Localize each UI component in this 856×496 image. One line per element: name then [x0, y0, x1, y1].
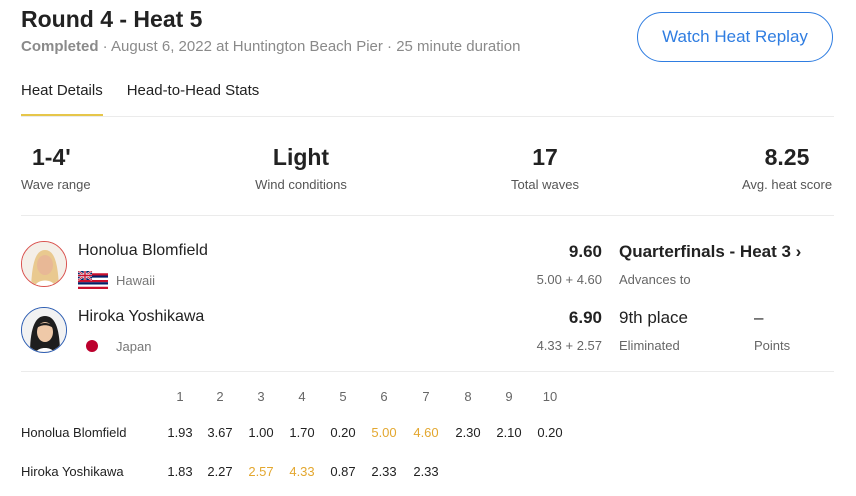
- wave-score-cell: 1.00: [248, 425, 274, 440]
- placement: 9th place: [619, 308, 688, 327]
- heat-title: Round 4 - Heat 5: [21, 6, 203, 32]
- counting-waves: 5.00 + 4.60: [536, 272, 602, 287]
- surfer-country: Hawaii: [77, 270, 156, 289]
- watch-heat-replay-button[interactable]: Watch Heat Replay: [637, 12, 833, 62]
- wave-number-header: 1: [176, 389, 184, 404]
- divider: [21, 116, 834, 117]
- stat-label: Wave range: [21, 177, 91, 192]
- wave-score-cell: 2.33: [371, 464, 397, 479]
- stat-avg-heat-score: 8.25 Avg. heat score: [734, 144, 840, 192]
- stat-value: 17: [532, 144, 558, 170]
- wave-number-header: 3: [257, 389, 265, 404]
- wave-number-header: 9: [505, 389, 513, 404]
- wave-score-cell: 0.20: [537, 425, 563, 440]
- points-label: Points: [754, 338, 791, 353]
- country-label: Japan: [116, 338, 152, 354]
- points-value: –: [754, 308, 764, 327]
- heat-total-score: 9.60: [568, 242, 602, 261]
- stat-value: 1-4': [32, 144, 71, 170]
- wave-number-header: 6: [380, 389, 388, 404]
- surfer-name[interactable]: Honolua Blomfield: [78, 242, 208, 260]
- wave-number-header: 4: [298, 389, 306, 404]
- wave-score-cell: 2.27: [207, 464, 233, 479]
- wave-score-cell: 5.00: [371, 425, 397, 440]
- avatar[interactable]: [21, 307, 67, 353]
- heat-subtitle: Completed · August 6, 2022 at Huntington…: [21, 38, 520, 55]
- wave-score-cell: 2.30: [455, 425, 481, 440]
- stat-label: Avg. heat score: [741, 177, 833, 192]
- stat-total-waves: 17 Total waves: [505, 144, 585, 192]
- result-caption: Advances to: [619, 272, 691, 287]
- wave-score-cell: 0.20: [330, 425, 356, 440]
- tab-heat-details[interactable]: Heat Details: [21, 82, 103, 116]
- stat-label: Wind conditions: [255, 177, 347, 192]
- tab-bar: Heat Details Head-to-Head Stats: [21, 82, 283, 116]
- heat-status: Completed: [21, 38, 99, 55]
- japan-flag-icon: [78, 337, 108, 355]
- wave-score-cell: 1.70: [289, 425, 315, 440]
- stat-label: Total waves: [511, 177, 579, 192]
- stat-value: Light: [272, 144, 330, 170]
- stat-value: 8.25: [764, 144, 810, 170]
- divider: [21, 215, 834, 216]
- wave-score-cell: 2.10: [496, 425, 522, 440]
- stat-wind-conditions: Light Wind conditions: [251, 144, 351, 192]
- wave-number-header: 8: [464, 389, 472, 404]
- row-surfer-name: Hiroka Yoshikawa: [21, 464, 124, 479]
- wave-score-cell: 2.57: [248, 464, 274, 479]
- advances-to-link[interactable]: Quarterfinals - Heat 3 ›: [619, 242, 801, 262]
- wave-score-cell: 1.93: [167, 425, 193, 440]
- tab-head-to-head-stats[interactable]: Head-to-Head Stats: [127, 82, 260, 116]
- wave-score-cell: 1.83: [167, 464, 193, 479]
- surfer-name[interactable]: Hiroka Yoshikawa: [78, 308, 204, 326]
- heat-total-score: 6.90: [568, 308, 602, 327]
- wave-score-cell: 0.87: [330, 464, 356, 479]
- wave-number-header: 2: [216, 389, 224, 404]
- wave-number-header: 5: [339, 389, 347, 404]
- avatar[interactable]: [21, 241, 67, 287]
- surfer-country: Japan: [78, 337, 151, 355]
- wave-score-cell: 4.33: [289, 464, 315, 479]
- wave-number-header: 7: [422, 389, 430, 404]
- divider: [21, 371, 834, 372]
- wave-score-cell: 4.60: [413, 425, 439, 440]
- row-surfer-name: Honolua Blomfield: [21, 425, 127, 440]
- stat-wave-range: 1-4' Wave range: [21, 144, 91, 192]
- hawaii-flag-icon: [77, 270, 108, 289]
- wave-score-cell: 2.33: [413, 464, 439, 479]
- country-label: Hawaii: [116, 272, 156, 288]
- heat-details: · August 6, 2022 at Huntington Beach Pie…: [98, 38, 521, 55]
- wave-score-cell: 3.67: [207, 425, 233, 440]
- wave-number-header: 10: [542, 389, 558, 404]
- counting-waves: 4.33 + 2.57: [536, 338, 602, 353]
- result-caption: Eliminated: [619, 338, 680, 353]
